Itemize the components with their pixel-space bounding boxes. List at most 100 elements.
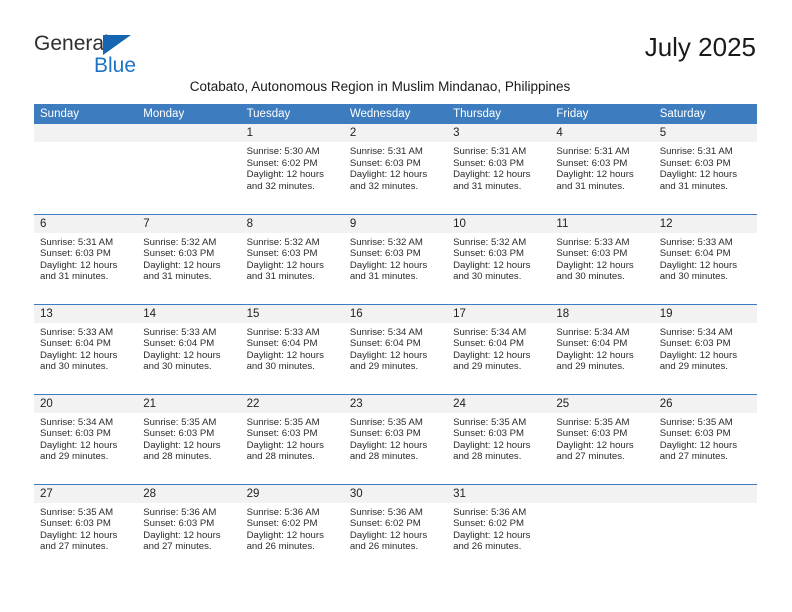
calendar-day-cell[interactable]: 16 Sunrise: 5:34 AM Sunset: 6:04 PM Dayligh…: [343, 303, 448, 394]
day-sun-info: Sunrise: 5:34 AM Sunset: 6:04 PM Daylight:…: [550, 323, 653, 373]
calendar-day-cell[interactable]: 31 Sunrise: 5:36 AM Sunset: 6:02 PM Dayligh…: [447, 483, 551, 574]
calendar-day-cell[interactable]: 26 Sunrise: 5:35 AM Sunset: 6:03 PM Dayligh…: [653, 393, 757, 484]
day-number: [34, 124, 138, 142]
calendar-day-cell[interactable]: 22 Sunrise: 5:35 AM Sunset: 6:03 PM Dayligh…: [240, 393, 344, 484]
calendar-header-row: Sunday Monday Tuesday Wednesday Thursday Frid…: [34, 104, 757, 124]
daylight-text: and 29 minutes.: [659, 361, 728, 373]
calendar-day-cell[interactable]: 13 Sunrise: 5:33 AM Sunset: 6:04 PM Dayligh…: [34, 303, 138, 394]
calendar-day-cell[interactable]: 24 Sunrise: 5:35 AM Sunset: 6:03 PM Dayligh…: [447, 393, 551, 484]
calendar-day-cell[interactable]: 5 Sunrise: 5:31 AM Sunset: 6:03 PM Daylight…: [653, 124, 757, 214]
calendar-day-cell[interactable]: 19 Sunrise: 5:34 AM Sunset: 6:03 PM Dayligh…: [653, 303, 757, 394]
calendar-day-cell[interactable]: 20 Sunrise: 5:34 AM Sunset: 6:03 PM Dayligh…: [34, 393, 138, 484]
day-number: [550, 484, 654, 503]
day-number: 14: [137, 304, 241, 323]
sunset-text: Sunset: 6:04 PM: [246, 338, 318, 350]
calendar-day-cell[interactable]: 21 Sunrise: 5:35 AM Sunset: 6:03 PM Dayligh…: [137, 393, 241, 484]
weekday-header-friday: Friday: [550, 104, 654, 124]
daylight-text: and 29 minutes.: [349, 361, 419, 373]
calendar-day-cell[interactable]: 7 Sunrise: 5:32 AM Sunset: 6:03 PM Daylight…: [137, 213, 241, 304]
sunset-text: Sunset: 6:02 PM: [453, 518, 525, 530]
calendar-day-cell-empty: [550, 483, 654, 574]
calendar-day-cell[interactable]: 27 Sunrise: 5:35 AM Sunset: 6:03 PM Dayligh…: [34, 483, 138, 574]
calendar-day-cell[interactable]: 2 Sunrise: 5:31 AM Sunset: 6:03 PM Daylight…: [343, 124, 448, 214]
sunrise-text: Sunrise: 5:33 AM: [246, 326, 320, 338]
daylight-text: Daylight: 12 hours: [659, 259, 738, 271]
daylight-text: Daylight: 12 hours: [453, 439, 531, 451]
calendar-day-cell[interactable]: 12 Sunrise: 5:33 AM Sunset: 6:04 PM Dayligh…: [653, 213, 757, 304]
sunrise-text: Sunrise: 5:36 AM: [143, 506, 217, 518]
calendar-day-cell-empty: [34, 124, 138, 214]
calendar-day-cell[interactable]: 1 Sunrise: 5:30 AM Sunset: 6:02 PM Daylight…: [240, 124, 344, 214]
calendar-day-cell[interactable]: 23 Sunrise: 5:35 AM Sunset: 6:03 PM Dayligh…: [343, 393, 448, 484]
sunrise-text: Sunrise: 5:34 AM: [556, 326, 630, 338]
sunrise-text: Sunrise: 5:32 AM: [143, 236, 217, 248]
calendar-day-cell[interactable]: 30 Sunrise: 5:36 AM Sunset: 6:02 PM Dayligh…: [343, 483, 448, 574]
calendar-day-cell[interactable]: 29 Sunrise: 5:36 AM Sunset: 6:02 PM Dayligh…: [240, 483, 344, 574]
triangle-icon: [103, 35, 131, 55]
weekday-header-sunday: Sunday: [34, 104, 138, 124]
sunset-text: Sunset: 6:02 PM: [246, 157, 318, 169]
day-number: 1: [240, 124, 344, 142]
daylight-text: Daylight: 12 hours: [349, 439, 428, 451]
sunset-text: Sunset: 6:03 PM: [40, 248, 111, 260]
sunset-text: Sunset: 6:03 PM: [659, 428, 731, 440]
day-sun-info: Sunrise: 5:32 AM Sunset: 6:03 PM Daylight:…: [344, 233, 447, 283]
daylight-text: and 26 minutes.: [453, 541, 522, 553]
daylight-text: and 30 minutes.: [143, 361, 212, 373]
calendar-day-cell[interactable]: 4 Sunrise: 5:31 AM Sunset: 6:03 PM Daylight…: [550, 124, 654, 214]
daylight-text: and 27 minutes.: [40, 541, 109, 553]
day-number: 22: [240, 394, 344, 413]
daylight-text: and 26 minutes.: [349, 541, 419, 553]
day-number: 12: [653, 214, 757, 233]
calendar-day-cell[interactable]: 6 Sunrise: 5:31 AM Sunset: 6:03 PM Daylight…: [34, 213, 138, 304]
day-number: [653, 484, 757, 503]
weekday-header-thursday: Thursday: [447, 104, 551, 124]
daylight-text: Daylight: 12 hours: [143, 349, 221, 361]
day-number: 3: [447, 124, 551, 142]
day-number: 29: [240, 484, 344, 503]
weekday-header-saturday: Saturday: [653, 104, 757, 124]
day-sun-info: Sunrise: 5:33 AM Sunset: 6:04 PM Daylight:…: [137, 323, 240, 373]
daylight-text: and 31 minutes.: [143, 271, 212, 283]
general-blue-logo[interactable]: General Blue: [34, 32, 234, 77]
day-number: 28: [137, 484, 241, 503]
calendar-day-cell[interactable]: 8 Sunrise: 5:32 AM Sunset: 6:03 PM Daylight…: [240, 213, 344, 304]
calendar-day-cell[interactable]: 3 Sunrise: 5:31 AM Sunset: 6:03 PM Daylight…: [447, 124, 551, 214]
calendar-day-cell[interactable]: 10 Sunrise: 5:32 AM Sunset: 6:03 PM Dayligh…: [447, 213, 551, 304]
calendar-week-row: 1 Sunrise: 5:30 AM Sunset: 6:02 PM Daylight…: [34, 124, 757, 214]
sunrise-text: Sunrise: 5:35 AM: [246, 416, 320, 428]
calendar-day-cell[interactable]: 11 Sunrise: 5:33 AM Sunset: 6:03 PM Dayligh…: [550, 213, 654, 304]
day-sun-info: Sunrise: 5:34 AM Sunset: 6:03 PM Daylight:…: [654, 323, 757, 373]
daylight-text: and 27 minutes.: [143, 541, 212, 553]
daylight-text: and 28 minutes.: [453, 451, 522, 463]
sunrise-text: Sunrise: 5:34 AM: [453, 326, 527, 338]
sunrise-text: Sunrise: 5:31 AM: [556, 146, 630, 157]
sunset-text: Sunset: 6:04 PM: [659, 248, 731, 260]
calendar-day-cell[interactable]: 18 Sunrise: 5:34 AM Sunset: 6:04 PM Dayligh…: [550, 303, 654, 394]
calendar-day-cell[interactable]: 14 Sunrise: 5:33 AM Sunset: 6:04 PM Dayligh…: [137, 303, 241, 394]
day-sun-info: Sunrise: 5:35 AM Sunset: 6:03 PM Daylight:…: [34, 503, 137, 553]
calendar-day-cell[interactable]: 25 Sunrise: 5:35 AM Sunset: 6:03 PM Dayligh…: [550, 393, 654, 484]
sunset-text: Sunset: 6:02 PM: [349, 518, 421, 530]
day-sun-info: Sunrise: 5:35 AM Sunset: 6:03 PM Daylight:…: [447, 413, 550, 463]
sunrise-text: Sunrise: 5:31 AM: [40, 236, 114, 248]
calendar-week-row: 13 Sunrise: 5:33 AM Sunset: 6:04 PM Dayligh…: [34, 303, 757, 394]
daylight-text: and 31 minutes.: [349, 271, 419, 283]
day-number: 17: [447, 304, 551, 323]
calendar-day-cell[interactable]: 15 Sunrise: 5:33 AM Sunset: 6:04 PM Dayligh…: [240, 303, 344, 394]
daylight-text: and 31 minutes.: [556, 180, 625, 192]
day-number: 16: [343, 304, 448, 323]
daylight-text: Daylight: 12 hours: [659, 169, 738, 181]
sunrise-text: Sunrise: 5:32 AM: [246, 236, 320, 248]
sunset-text: Sunset: 6:03 PM: [40, 428, 111, 440]
day-number: 11: [550, 214, 654, 233]
day-sun-info: Sunrise: 5:34 AM Sunset: 6:04 PM Daylight:…: [447, 323, 550, 373]
day-sun-info: Sunrise: 5:33 AM Sunset: 6:04 PM Daylight:…: [241, 323, 344, 373]
daylight-text: and 28 minutes.: [143, 451, 212, 463]
daylight-text: Daylight: 12 hours: [349, 259, 428, 271]
calendar-day-cell[interactable]: 17 Sunrise: 5:34 AM Sunset: 6:04 PM Dayligh…: [447, 303, 551, 394]
calendar-day-cell[interactable]: 28 Sunrise: 5:36 AM Sunset: 6:03 PM Dayligh…: [137, 483, 241, 574]
calendar-day-cell[interactable]: 9 Sunrise: 5:32 AM Sunset: 6:03 PM Daylight…: [343, 213, 448, 304]
sunset-text: Sunset: 6:02 PM: [246, 518, 318, 530]
sunset-text: Sunset: 6:03 PM: [453, 248, 525, 260]
